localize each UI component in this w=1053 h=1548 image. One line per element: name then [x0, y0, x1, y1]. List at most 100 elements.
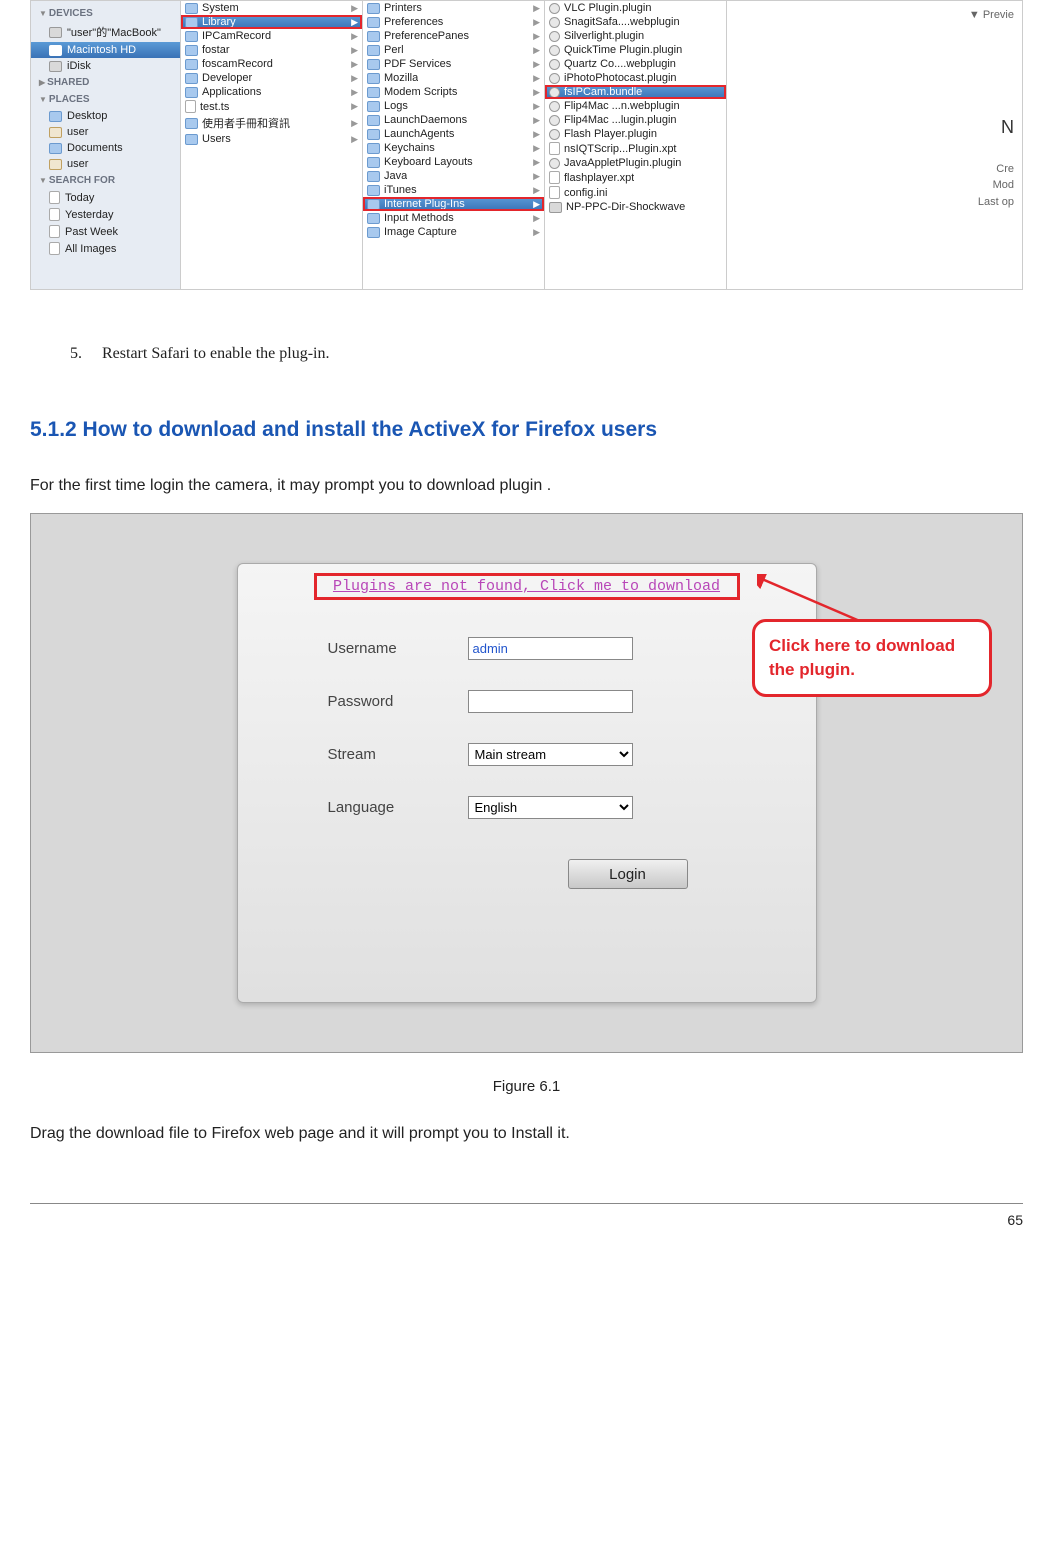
finder-item[interactable]: Input Methods▶ — [363, 211, 544, 225]
finder-item[interactable]: iPhotoPhotocast.plugin — [545, 71, 726, 85]
username-input[interactable] — [468, 637, 633, 660]
finder-item[interactable]: QuickTime Plugin.plugin — [545, 43, 726, 57]
finder-item[interactable]: System▶ — [181, 1, 362, 15]
item-label: Users — [202, 133, 231, 145]
item-label: SnagitSafa....webplugin — [564, 16, 680, 28]
detail-mod: Mod — [735, 177, 1014, 194]
sidebar-item-desktop[interactable]: Desktop — [31, 108, 180, 124]
item-label: Flip4Mac ...lugin.plugin — [564, 114, 677, 126]
finder-item[interactable]: PreferencePanes▶ — [363, 29, 544, 43]
sidebar-item-today[interactable]: Today — [31, 189, 180, 206]
finder-item[interactable]: JavaAppletPlugin.plugin — [545, 156, 726, 170]
finder-item[interactable]: NP-PPC-Dir-Shockwave — [545, 200, 726, 214]
item-label: fsIPCam.bundle — [564, 86, 642, 98]
sidebar-item-documents[interactable]: Documents — [31, 140, 180, 156]
item-label: Mozilla — [384, 72, 418, 84]
plugin-download-link[interactable]: Plugins are not found, Click me to downl… — [317, 576, 737, 597]
finder-sidebar: ▼DEVICES "user"的"MacBook" Macintosh HD i… — [31, 1, 181, 289]
finder-item[interactable]: Keyboard Layouts▶ — [363, 155, 544, 169]
finder-item[interactable]: Internet Plug-Ins▶ — [363, 197, 544, 211]
file-icon — [549, 142, 560, 155]
finder-item[interactable]: Flip4Mac ...n.webplugin — [545, 99, 726, 113]
chevron-right-icon: ▶ — [351, 73, 358, 84]
finder-item[interactable]: Keychains▶ — [363, 141, 544, 155]
finder-item[interactable]: Silverlight.plugin — [545, 29, 726, 43]
login-panel: Plugins are not found, Click me to downl… — [237, 563, 817, 1003]
folder-icon — [367, 59, 380, 70]
finder-item[interactable]: Quartz Co....webplugin — [545, 57, 726, 71]
language-select[interactable]: English — [468, 796, 633, 819]
disk-icon — [549, 202, 562, 213]
username-label: Username — [328, 640, 438, 657]
finder-item[interactable]: Flash Player.plugin — [545, 127, 726, 141]
item-label: iTunes — [384, 184, 417, 196]
item-label: iPhotoPhotocast.plugin — [564, 72, 677, 84]
item-label: System — [202, 2, 239, 14]
disk-icon — [49, 27, 62, 38]
finder-item[interactable]: Perl▶ — [363, 43, 544, 57]
finder-item[interactable]: test.ts▶ — [181, 99, 362, 114]
chevron-right-icon: ▶ — [533, 31, 540, 42]
finder-item[interactable]: Applications▶ — [181, 85, 362, 99]
sidebar-item-allimages[interactable]: All Images — [31, 240, 180, 257]
item-label: Internet Plug-Ins — [384, 198, 465, 210]
disk-icon — [49, 45, 62, 56]
chevron-right-icon: ▶ — [533, 59, 540, 70]
finder-item[interactable]: Library▶ — [181, 15, 362, 29]
stream-select[interactable]: Main stream — [468, 743, 633, 766]
finder-item[interactable]: flashplayer.xpt — [545, 170, 726, 185]
finder-column-2: Printers▶Preferences▶PreferencePanes▶Per… — [363, 1, 545, 289]
sidebar-item-pastweek[interactable]: Past Week — [31, 223, 180, 240]
sidebar-item-yesterday[interactable]: Yesterday — [31, 206, 180, 223]
callout-arrow — [757, 574, 867, 624]
finder-item[interactable]: Java▶ — [363, 169, 544, 183]
finder-item[interactable]: fostar▶ — [181, 43, 362, 57]
plugin-icon — [549, 31, 560, 42]
finder-item[interactable]: Modem Scripts▶ — [363, 85, 544, 99]
password-input[interactable] — [468, 690, 633, 713]
item-label: Image Capture — [384, 226, 457, 238]
item-label: flashplayer.xpt — [564, 172, 634, 184]
chevron-right-icon: ▶ — [351, 134, 358, 145]
finder-item[interactable]: Preferences▶ — [363, 15, 544, 29]
folder-icon — [49, 111, 62, 122]
sidebar-item-user2[interactable]: user — [31, 156, 180, 172]
chevron-right-icon: ▶ — [533, 213, 540, 224]
finder-item[interactable]: fsIPCam.bundle — [545, 85, 726, 99]
finder-item[interactable]: Logs▶ — [363, 99, 544, 113]
finder-item[interactable]: SnagitSafa....webplugin — [545, 15, 726, 29]
finder-item[interactable]: LaunchAgents▶ — [363, 127, 544, 141]
plugin-icon — [549, 59, 560, 70]
chevron-right-icon: ▶ — [533, 185, 540, 196]
finder-item[interactable]: Developer ▶ — [181, 71, 362, 85]
finder-item[interactable]: iTunes ▶ — [363, 183, 544, 197]
finder-item[interactable]: Image Capture▶ — [363, 225, 544, 239]
finder-item[interactable]: foscamRecord▶ — [181, 57, 362, 71]
sidebar-item-idisk[interactable]: iDisk — [31, 58, 180, 74]
sidebar-item-usermac[interactable]: "user"的"MacBook" — [31, 22, 180, 42]
finder-item[interactable]: nsIQTScrip...Plugin.xpt — [545, 141, 726, 156]
finder-item[interactable]: Mozilla▶ — [363, 71, 544, 85]
finder-item[interactable]: PDF Services▶ — [363, 57, 544, 71]
folder-icon — [367, 185, 380, 196]
login-button[interactable]: Login — [568, 859, 688, 889]
plugin-icon — [549, 45, 560, 56]
detail-n: N — [735, 114, 1014, 141]
page-number: 65 — [30, 1203, 1023, 1228]
finder-item[interactable]: LaunchDaemons▶ — [363, 113, 544, 127]
finder-item[interactable]: 使用者手冊和資訊▶ — [181, 114, 362, 132]
sidebar-item-user[interactable]: user — [31, 124, 180, 140]
finder-item[interactable]: config.ini — [545, 185, 726, 200]
item-label: Library — [202, 16, 236, 28]
item-label: foscamRecord — [202, 58, 273, 70]
item-label: Developer — [202, 72, 252, 84]
finder-item[interactable]: Flip4Mac ...lugin.plugin — [545, 113, 726, 127]
finder-item[interactable]: Printers▶ — [363, 1, 544, 15]
finder-item[interactable]: VLC Plugin.plugin — [545, 1, 726, 15]
finder-item[interactable]: Users ▶ — [181, 132, 362, 146]
chevron-right-icon: ▶ — [533, 157, 540, 168]
folder-icon — [367, 101, 380, 112]
item-label: nsIQTScrip...Plugin.xpt — [564, 143, 677, 155]
finder-item[interactable]: IPCamRecord▶ — [181, 29, 362, 43]
sidebar-item-macintosh-hd[interactable]: Macintosh HD — [31, 42, 180, 58]
